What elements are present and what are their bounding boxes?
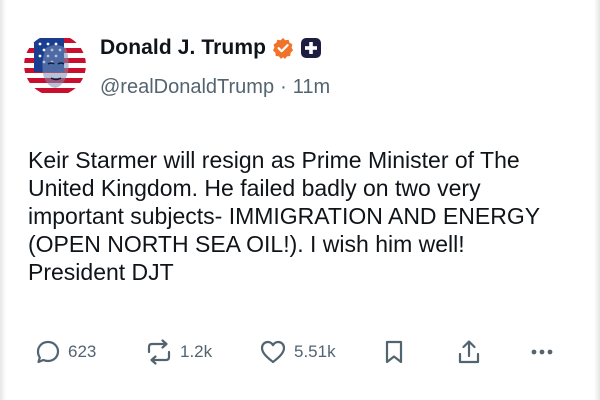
author-handle[interactable]: @realDonaldTrump <box>100 76 274 99</box>
truth-social-plus-icon <box>300 37 322 59</box>
more-options-button[interactable] <box>528 332 556 372</box>
reply-count: 623 <box>68 342 97 361</box>
share-button[interactable] <box>456 332 482 372</box>
reply-button[interactable]: 623 <box>34 332 96 372</box>
like-count: 5.51k <box>294 342 336 361</box>
handle-separator: · <box>280 75 287 98</box>
reply-bubble-icon <box>34 338 62 366</box>
author-display-name[interactable]: Donald J. Trump <box>100 36 266 60</box>
post-card: Donald J. Trump @realDonaldTrump · 11m K… <box>0 0 600 400</box>
author-name-row: Donald J. Trump <box>100 34 322 62</box>
heart-icon <box>258 338 288 366</box>
retruth-button[interactable]: 1.2k <box>144 332 212 372</box>
post-timestamp[interactable]: 11m <box>293 76 330 99</box>
author-handle-row: @realDonaldTrump · 11m <box>100 74 330 100</box>
more-options-icon <box>528 338 556 366</box>
retruth-count: 1.2k <box>180 342 213 361</box>
card-right-edge <box>594 0 600 400</box>
repost-icon <box>144 338 174 366</box>
verified-badge-icon <box>272 37 294 59</box>
post-actions: 623 1.2k 5.51k <box>30 332 570 372</box>
bookmark-button[interactable] <box>382 332 406 372</box>
card-left-edge <box>0 0 6 400</box>
profile-avatar[interactable] <box>24 34 86 96</box>
share-icon <box>456 338 482 366</box>
post-body: Keir Starmer will resign as Prime Minist… <box>28 147 540 285</box>
bookmark-icon <box>382 338 406 366</box>
like-button[interactable]: 5.51k <box>258 332 336 372</box>
